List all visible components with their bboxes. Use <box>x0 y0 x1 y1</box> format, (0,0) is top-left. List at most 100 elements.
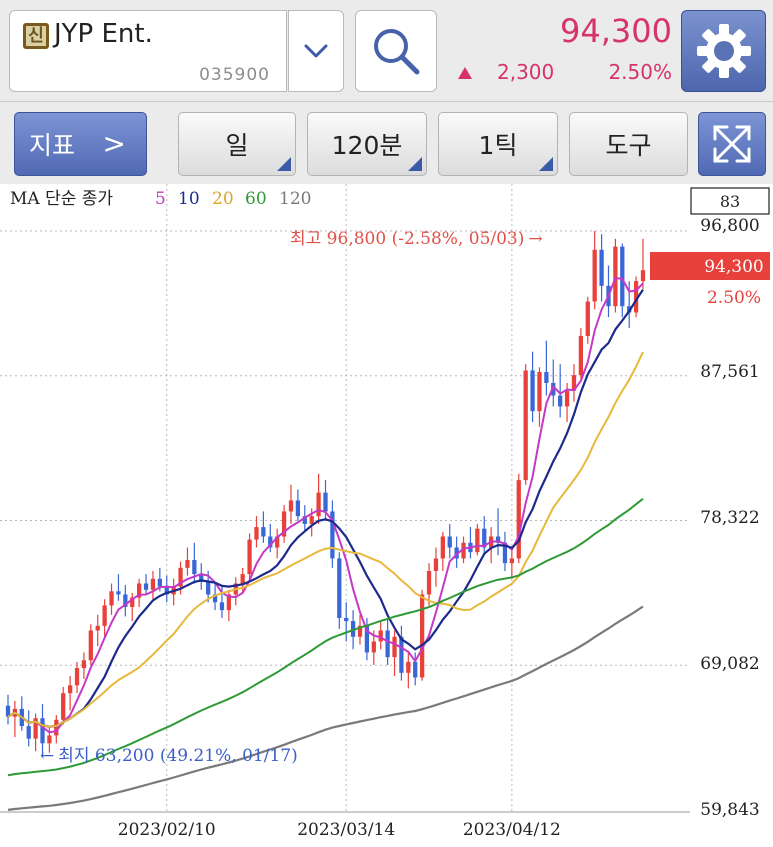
candle <box>74 661 80 694</box>
symbol-dropdown-button[interactable] <box>288 10 344 92</box>
moving-averages <box>7 276 644 811</box>
candle <box>447 523 452 559</box>
x-tick-label: 2023/03/14 <box>297 820 395 840</box>
dropdown-corner-icon <box>277 157 291 171</box>
candle <box>143 574 149 595</box>
credit-badge: 신 <box>23 23 49 49</box>
gear-icon <box>696 24 751 78</box>
candle <box>150 570 156 600</box>
candle <box>185 547 190 576</box>
legend-ma120: 120 <box>279 189 311 209</box>
candle <box>523 364 528 485</box>
legend-ma10: 10 <box>178 189 200 209</box>
candle <box>226 589 232 622</box>
y-tick-label: 96,800 <box>700 216 759 236</box>
candle <box>475 523 480 556</box>
last-price-label: 94,300 <box>704 257 763 277</box>
candle <box>254 516 259 548</box>
candle <box>495 508 501 556</box>
legend-ma5: 5 <box>155 189 166 209</box>
candle <box>288 484 294 524</box>
candle <box>502 531 508 571</box>
candle <box>316 473 321 524</box>
stock-name: JYP Ent. <box>54 19 153 49</box>
candle <box>399 625 404 681</box>
candle <box>640 238 646 289</box>
candle <box>109 583 114 615</box>
legend-prefix: MA 단순 종가 <box>10 189 113 209</box>
candle <box>613 238 618 313</box>
stock-header: 신 JYP Ent. 035900 94,300 2,300 2.50% <box>0 0 773 102</box>
cursor-value: 83 <box>720 192 740 211</box>
search-icon <box>374 29 420 75</box>
stock-chart-screen: 신 JYP Ent. 035900 94,300 2,300 2.50% 지표 … <box>0 0 773 847</box>
candle <box>199 563 204 590</box>
period-daily-button[interactable]: 일 <box>178 112 296 176</box>
candle <box>116 574 121 601</box>
legend-ma60: 60 <box>245 189 267 209</box>
candle <box>5 694 11 725</box>
settings-button[interactable] <box>681 10 766 92</box>
x-tick-label: 2023/04/12 <box>463 820 561 840</box>
candle <box>261 511 266 543</box>
candle <box>578 328 584 380</box>
chevron-right-icon: > <box>102 127 126 160</box>
candle <box>81 652 87 680</box>
y-tick-label: 59,843 <box>700 800 759 820</box>
search-button[interactable] <box>355 10 437 92</box>
chart-grid <box>0 184 690 813</box>
dropdown-corner-icon <box>408 157 422 171</box>
candle <box>406 652 411 689</box>
low-annotation: ← 최지 63,200 (49.21%, 01/17) <box>40 746 298 766</box>
price-chart[interactable]: MA 단순 종가 5 10 20 60 120 83 96,800 87,561 7… <box>0 184 773 847</box>
candle <box>95 614 100 647</box>
symbol-selector[interactable]: 신 JYP Ent. 035900 <box>9 10 287 92</box>
candle <box>440 531 445 571</box>
tools-button[interactable]: 도구 <box>569 112 688 176</box>
y-tick-label: 69,082 <box>700 654 759 674</box>
expand-icon <box>713 125 751 163</box>
x-tick-label: 2023/02/10 <box>118 820 216 840</box>
candle <box>530 351 535 423</box>
candle <box>164 575 169 603</box>
candles <box>5 231 646 758</box>
ma20-line <box>7 351 644 728</box>
period-tick-button[interactable]: 1틱 <box>438 112 558 176</box>
candle <box>392 630 397 676</box>
current-price: 94,300 <box>560 12 672 50</box>
candle <box>357 614 363 645</box>
period-label: 일 <box>225 131 249 160</box>
high-annotation: 최고 96,800 (-2.58%, 05/03) → <box>290 229 543 249</box>
y-tick-label: 87,561 <box>700 362 759 382</box>
candle <box>599 234 604 302</box>
candle <box>378 621 383 650</box>
x-axis-labels: 2023/02/10 2023/03/14 2023/04/12 <box>118 820 561 840</box>
candle <box>67 675 73 711</box>
ma120-line <box>7 605 644 811</box>
candle <box>12 701 18 738</box>
legend-ma20: 20 <box>212 189 234 209</box>
expand-button[interactable] <box>698 112 766 176</box>
period-minute-button[interactable]: 120분 <box>307 112 427 176</box>
candle <box>544 340 549 396</box>
ma60-line <box>7 498 644 777</box>
candle <box>281 505 287 543</box>
candle <box>344 602 349 642</box>
candlestick-chart[interactable]: MA 단순 종가 5 10 20 60 120 83 96,800 87,561 7… <box>0 184 773 847</box>
candle <box>33 713 38 752</box>
indicator-label: 지표 <box>29 131 76 160</box>
tools-label: 도구 <box>605 131 652 160</box>
stock-code: 035900 <box>199 65 270 85</box>
y-tick-label: 78,322 <box>700 508 759 528</box>
candle <box>247 533 252 579</box>
candle <box>330 500 335 568</box>
indicator-button[interactable]: 지표 > <box>14 112 147 176</box>
candle <box>482 516 487 556</box>
candle <box>337 552 342 629</box>
candle <box>137 578 142 608</box>
candle <box>102 599 107 637</box>
tick-label: 1틱 <box>478 131 518 160</box>
candle <box>592 231 597 310</box>
candle <box>489 527 494 564</box>
price-change: 2,300 <box>497 60 555 84</box>
